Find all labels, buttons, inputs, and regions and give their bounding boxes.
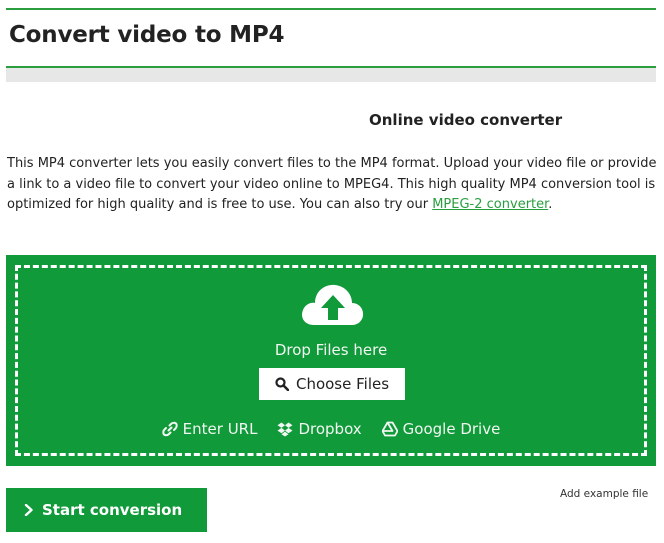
enter-url-link[interactable]: Enter URL — [161, 420, 258, 438]
file-drop-zone[interactable]: Drop Files here Choose Files Enter URL D… — [6, 255, 656, 466]
dropbox-icon — [277, 422, 293, 437]
add-example-file-link[interactable]: Add example file — [560, 488, 648, 500]
start-conversion-label: Start conversion — [42, 501, 183, 519]
top-rule — [6, 8, 656, 10]
google-drive-icon — [381, 421, 398, 437]
dropbox-label: Dropbox — [298, 420, 362, 438]
description-text: This MP4 converter lets you easily conve… — [7, 156, 657, 212]
drop-files-text: Drop Files here — [274, 341, 388, 359]
choose-files-button[interactable]: Choose Files — [259, 368, 405, 400]
chevron-right-icon — [24, 504, 33, 516]
enter-url-label: Enter URL — [182, 420, 258, 438]
page-title: Convert video to MP4 — [9, 22, 285, 48]
search-icon — [275, 377, 289, 391]
choose-files-label: Choose Files — [295, 375, 390, 393]
title-bar — [6, 66, 656, 82]
mpeg2-converter-link[interactable]: MPEG-2 converter — [432, 197, 548, 212]
description-end: . — [548, 197, 553, 212]
start-conversion-button[interactable]: Start conversion — [6, 488, 207, 532]
upload-sources: Enter URL Dropbox Google Drive — [6, 420, 656, 438]
google-drive-label: Google Drive — [402, 420, 501, 438]
dropbox-link[interactable]: Dropbox — [277, 420, 362, 438]
cloud-upload-icon — [302, 284, 364, 325]
link-icon — [161, 421, 178, 437]
subtitle: Online video converter — [369, 111, 563, 129]
description: This MP4 converter lets you easily conve… — [7, 154, 657, 216]
google-drive-link[interactable]: Google Drive — [381, 420, 501, 438]
